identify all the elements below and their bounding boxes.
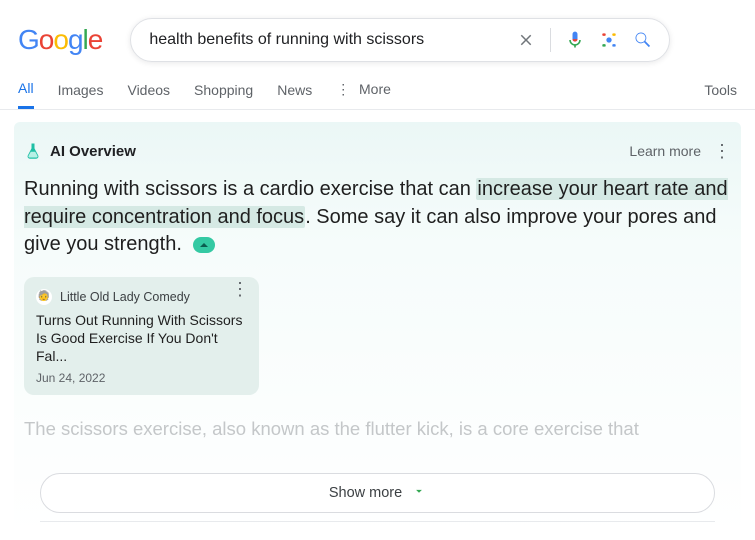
flask-icon xyxy=(24,142,42,160)
source-date: Jun 24, 2022 xyxy=(36,371,247,385)
tab-shopping[interactable]: Shopping xyxy=(194,82,253,108)
source-card[interactable]: ⋮ 🧓 Little Old Lady Comedy Turns Out Run… xyxy=(24,277,259,396)
tab-all[interactable]: All xyxy=(18,80,34,109)
show-more-label: Show more xyxy=(329,485,402,501)
faded-preview-text: The scissors exercise, also known as the… xyxy=(24,417,731,465)
search-tabs: All Images Videos Shopping News ⋮ More T… xyxy=(0,70,755,110)
tab-more-label: More xyxy=(359,81,391,97)
tab-tools[interactable]: Tools xyxy=(704,82,737,108)
google-logo[interactable]: Google xyxy=(18,24,102,56)
overview-pre: Running with scissors is a cardio exerci… xyxy=(24,178,476,200)
card-menu-icon[interactable]: ⋮ xyxy=(231,287,249,291)
collapse-icon[interactable] xyxy=(193,237,215,253)
tab-images[interactable]: Images xyxy=(58,82,104,108)
search-bar xyxy=(130,18,670,62)
tab-videos[interactable]: Videos xyxy=(127,82,170,108)
search-icon[interactable] xyxy=(633,30,653,50)
ai-overview-title: AI Overview xyxy=(50,143,136,160)
overflow-menu-icon[interactable]: ⋮ xyxy=(713,148,731,154)
voice-search-icon[interactable] xyxy=(565,30,585,50)
search-input[interactable] xyxy=(149,31,516,49)
learn-more-link[interactable]: Learn more xyxy=(629,143,701,159)
lens-icon[interactable] xyxy=(599,30,619,50)
favicon-icon: 🧓 xyxy=(36,289,52,305)
ai-overview-panel: AI Overview Learn more ⋮ Running with sc… xyxy=(14,122,741,534)
show-more-button[interactable]: Show more xyxy=(40,473,715,513)
clear-icon[interactable] xyxy=(516,30,536,50)
tab-more[interactable]: ⋮ More xyxy=(336,81,391,108)
tab-news[interactable]: News xyxy=(277,82,312,108)
chevron-down-icon xyxy=(412,484,426,502)
ai-overview-text: Running with scissors is a cardio exerci… xyxy=(20,176,735,259)
source-title: Turns Out Running With Scissors Is Good … xyxy=(36,311,247,366)
source-name: Little Old Lady Comedy xyxy=(60,290,190,304)
